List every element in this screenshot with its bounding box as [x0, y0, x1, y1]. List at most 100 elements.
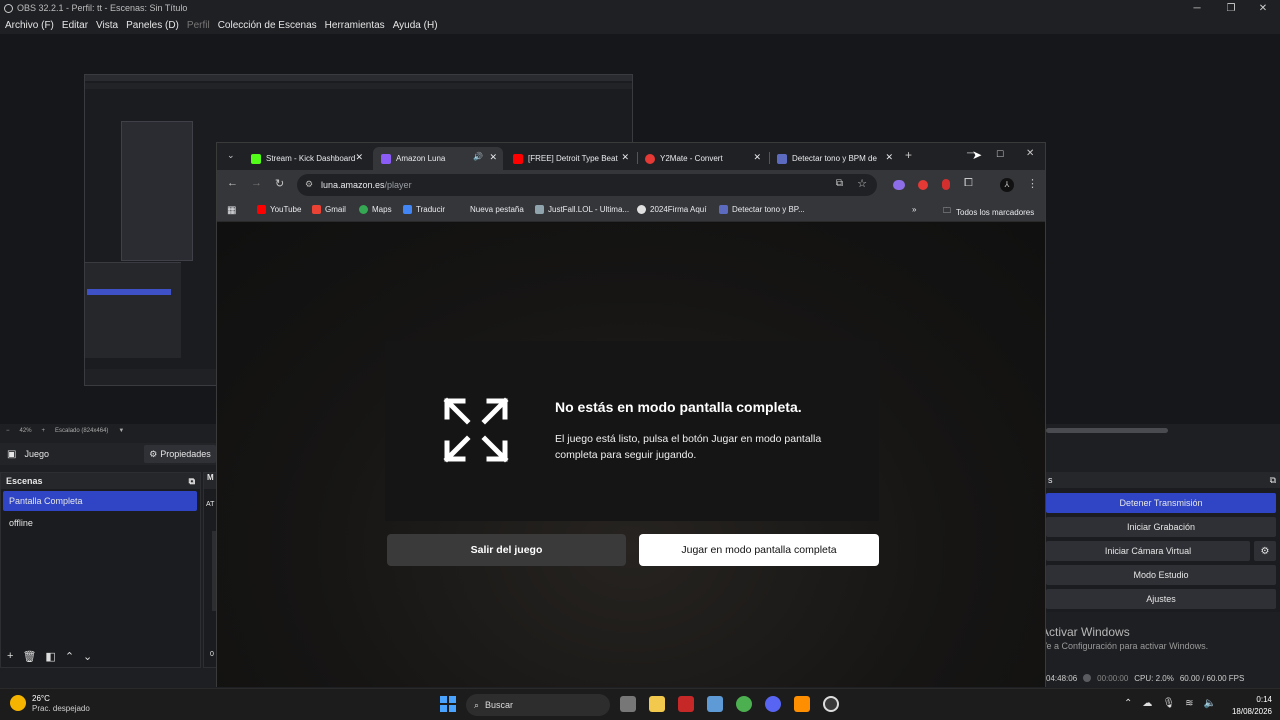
chrome-icon[interactable]	[736, 696, 752, 712]
close-icon[interactable]: ✕	[885, 152, 893, 163]
start-recording-button[interactable]: Iniciar Grabación	[1046, 517, 1276, 537]
gmail-icon	[312, 205, 321, 214]
menu-paneles[interactable]: Paneles (D)	[126, 20, 179, 31]
tab-search-icon[interactable]: ⌄	[227, 150, 235, 161]
obs-close-button[interactable]: ✕	[1246, 0, 1280, 16]
extensions-puzzle-icon[interactable]: ⧠	[964, 177, 973, 190]
volume-icon[interactable]: 🔈	[1203, 698, 1215, 709]
cloud-icon[interactable]: ☁	[1142, 698, 1152, 709]
zoom-in-icon[interactable]: +	[42, 428, 46, 434]
tab-detroit-beat[interactable]: [FREE] Detroit Type Beat ✕	[505, 147, 635, 170]
tab-label: [FREE] Detroit Type Beat	[528, 154, 618, 163]
back-icon[interactable]: ←	[227, 177, 238, 189]
tab-label: Detectar tono y BPM de	[792, 154, 877, 163]
bookmark-gmail[interactable]: Gmail	[312, 205, 346, 214]
bookmark-traducir[interactable]: Traducir	[403, 205, 445, 214]
scene-item-offline[interactable]: offline	[3, 513, 197, 533]
more-menu-icon[interactable]: ⋮	[1027, 177, 1038, 190]
preview-scrollbar[interactable]	[1046, 428, 1168, 433]
menu-herramientas[interactable]: Herramientas	[325, 20, 385, 31]
stop-stream-button[interactable]: Detener Transmisión	[1046, 493, 1276, 513]
bookmark-star-icon[interactable]: ☆	[857, 177, 867, 190]
close-icon[interactable]: ✕	[489, 152, 497, 163]
gear-icon[interactable]: ⚙	[1254, 541, 1276, 561]
obs-menubar: Archivo (F) Editar Vista Paneles (D) Per…	[0, 16, 1280, 34]
menu-perfil[interactable]: Perfil	[187, 20, 210, 31]
undock-icon[interactable]: ⧉	[189, 476, 195, 487]
close-icon[interactable]: ✕	[753, 152, 761, 163]
wifi-icon[interactable]: ≋	[1185, 698, 1193, 709]
store-icon[interactable]	[707, 696, 723, 712]
filter-icon[interactable]: ◧	[45, 650, 55, 663]
globe-icon	[637, 205, 646, 214]
scene-item-pantalla-completa[interactable]: Pantalla Completa	[3, 491, 197, 511]
chevron-down-icon[interactable]: ▼	[118, 428, 124, 434]
extension-purple-icon[interactable]	[893, 180, 905, 190]
extension-red-icon[interactable]	[942, 179, 950, 190]
tab-y2mate[interactable]: Y2Mate - Convert ✕	[637, 147, 767, 170]
blank-page-icon	[457, 205, 466, 214]
obs-maximize-button[interactable]: ❐	[1214, 0, 1248, 16]
tab-kick[interactable]: Stream - Kick Dashboard ✕	[243, 147, 369, 170]
weather-widget[interactable]: 26°C Prac. despejado	[10, 693, 90, 713]
obs-taskbar-icon[interactable]	[823, 696, 839, 712]
bookmark-detectar[interactable]: Detectar tono y BP...	[719, 205, 805, 214]
reload-icon[interactable]: ↻	[275, 177, 284, 190]
bookmark-maps[interactable]: Maps	[359, 205, 392, 214]
properties-button[interactable]: ⚙ Propiedades	[144, 445, 216, 463]
menu-coleccion-escenas[interactable]: Colección de Escenas	[218, 20, 317, 31]
all-bookmarks[interactable]: 🗀 Todos los marcadores	[943, 205, 1034, 219]
menu-vista[interactable]: Vista	[96, 20, 118, 31]
cast-icon[interactable]: ⧉	[836, 178, 843, 189]
studio-mode-button[interactable]: Modo Estudio	[1046, 565, 1276, 585]
bookmark-firma[interactable]: 2024Firma Aquí	[637, 205, 706, 214]
move-down-icon[interactable]: ⌄	[83, 650, 92, 663]
bookmark-label: 2024Firma Aquí	[650, 205, 707, 214]
menu-ayuda[interactable]: Ayuda (H)	[393, 20, 438, 31]
discord-icon[interactable]	[765, 696, 781, 712]
close-window-icon[interactable]: ✕	[1026, 148, 1034, 159]
close-icon[interactable]: ✕	[355, 152, 363, 163]
start-virtual-camera-button[interactable]: Iniciar Cámara Virtual	[1046, 541, 1250, 561]
scene-icon: ▣	[7, 448, 17, 460]
new-tab-icon[interactable]: +	[905, 148, 912, 162]
undock-icon[interactable]: ⧉	[1270, 475, 1276, 486]
obs-minimize-button[interactable]: ─	[1180, 0, 1214, 16]
windows-start-icon[interactable]	[440, 696, 456, 712]
tab-detectar-bpm[interactable]: Detectar tono y BPM de ✕	[769, 147, 899, 170]
play-fullscreen-button[interactable]: Jugar en modo pantalla completa	[639, 534, 879, 566]
bookmark-justfall[interactable]: JustFall.LOL - Ultima...	[535, 205, 629, 214]
profile-avatar-icon[interactable]: ⅄	[1000, 178, 1014, 192]
controls-header: s ⧉	[1046, 472, 1280, 488]
task-view-icon[interactable]	[620, 696, 636, 712]
apps-grid-icon[interactable]: ▦	[227, 205, 236, 216]
maximize-icon[interactable]: ☐	[996, 149, 1004, 160]
settings-button[interactable]: Ajustes	[1046, 589, 1276, 609]
taskbar-clock[interactable]: 0:14 18/08/2026	[1224, 694, 1272, 718]
fl-studio-icon[interactable]	[794, 696, 810, 712]
file-explorer-icon[interactable]	[649, 696, 665, 712]
move-up-icon[interactable]: ⌃	[65, 650, 74, 663]
netflix-icon[interactable]	[678, 696, 694, 712]
forward-icon[interactable]: →	[251, 177, 262, 189]
bookmark-youtube[interactable]: YouTube	[257, 205, 301, 214]
menu-archivo[interactable]: Archivo (F)	[5, 20, 54, 31]
taskbar-search[interactable]: ⌕ Buscar	[466, 694, 610, 716]
chevron-up-icon[interactable]: ⌃	[1124, 698, 1132, 709]
bookmarks-overflow-icon[interactable]: »	[912, 205, 916, 214]
bookmark-nueva-pestana[interactable]: Nueva pestaña	[457, 205, 524, 214]
trash-icon[interactable]: 🗑	[22, 650, 36, 663]
address-bar[interactable]: ⚙ luna.amazon.es/player ⧉ ☆	[297, 174, 877, 196]
prompt-title: No estás en modo pantalla completa.	[555, 399, 802, 415]
extension-record-icon[interactable]	[918, 180, 928, 190]
menu-editar[interactable]: Editar	[62, 20, 88, 31]
microphone-icon[interactable]: 🎙	[1162, 698, 1175, 709]
add-icon[interactable]: +	[7, 650, 13, 662]
site-info-icon[interactable]: ⚙	[305, 179, 313, 190]
current-scene-name: Juego	[24, 449, 49, 459]
close-icon[interactable]: ✕	[621, 152, 629, 163]
tab-amazon-luna[interactable]: Amazon Luna 🔊 ✕	[373, 147, 503, 170]
speaker-icon[interactable]: 🔊	[473, 152, 483, 161]
exit-game-button[interactable]: Salir del juego	[387, 534, 626, 566]
zoom-out-icon[interactable]: −	[6, 428, 10, 434]
